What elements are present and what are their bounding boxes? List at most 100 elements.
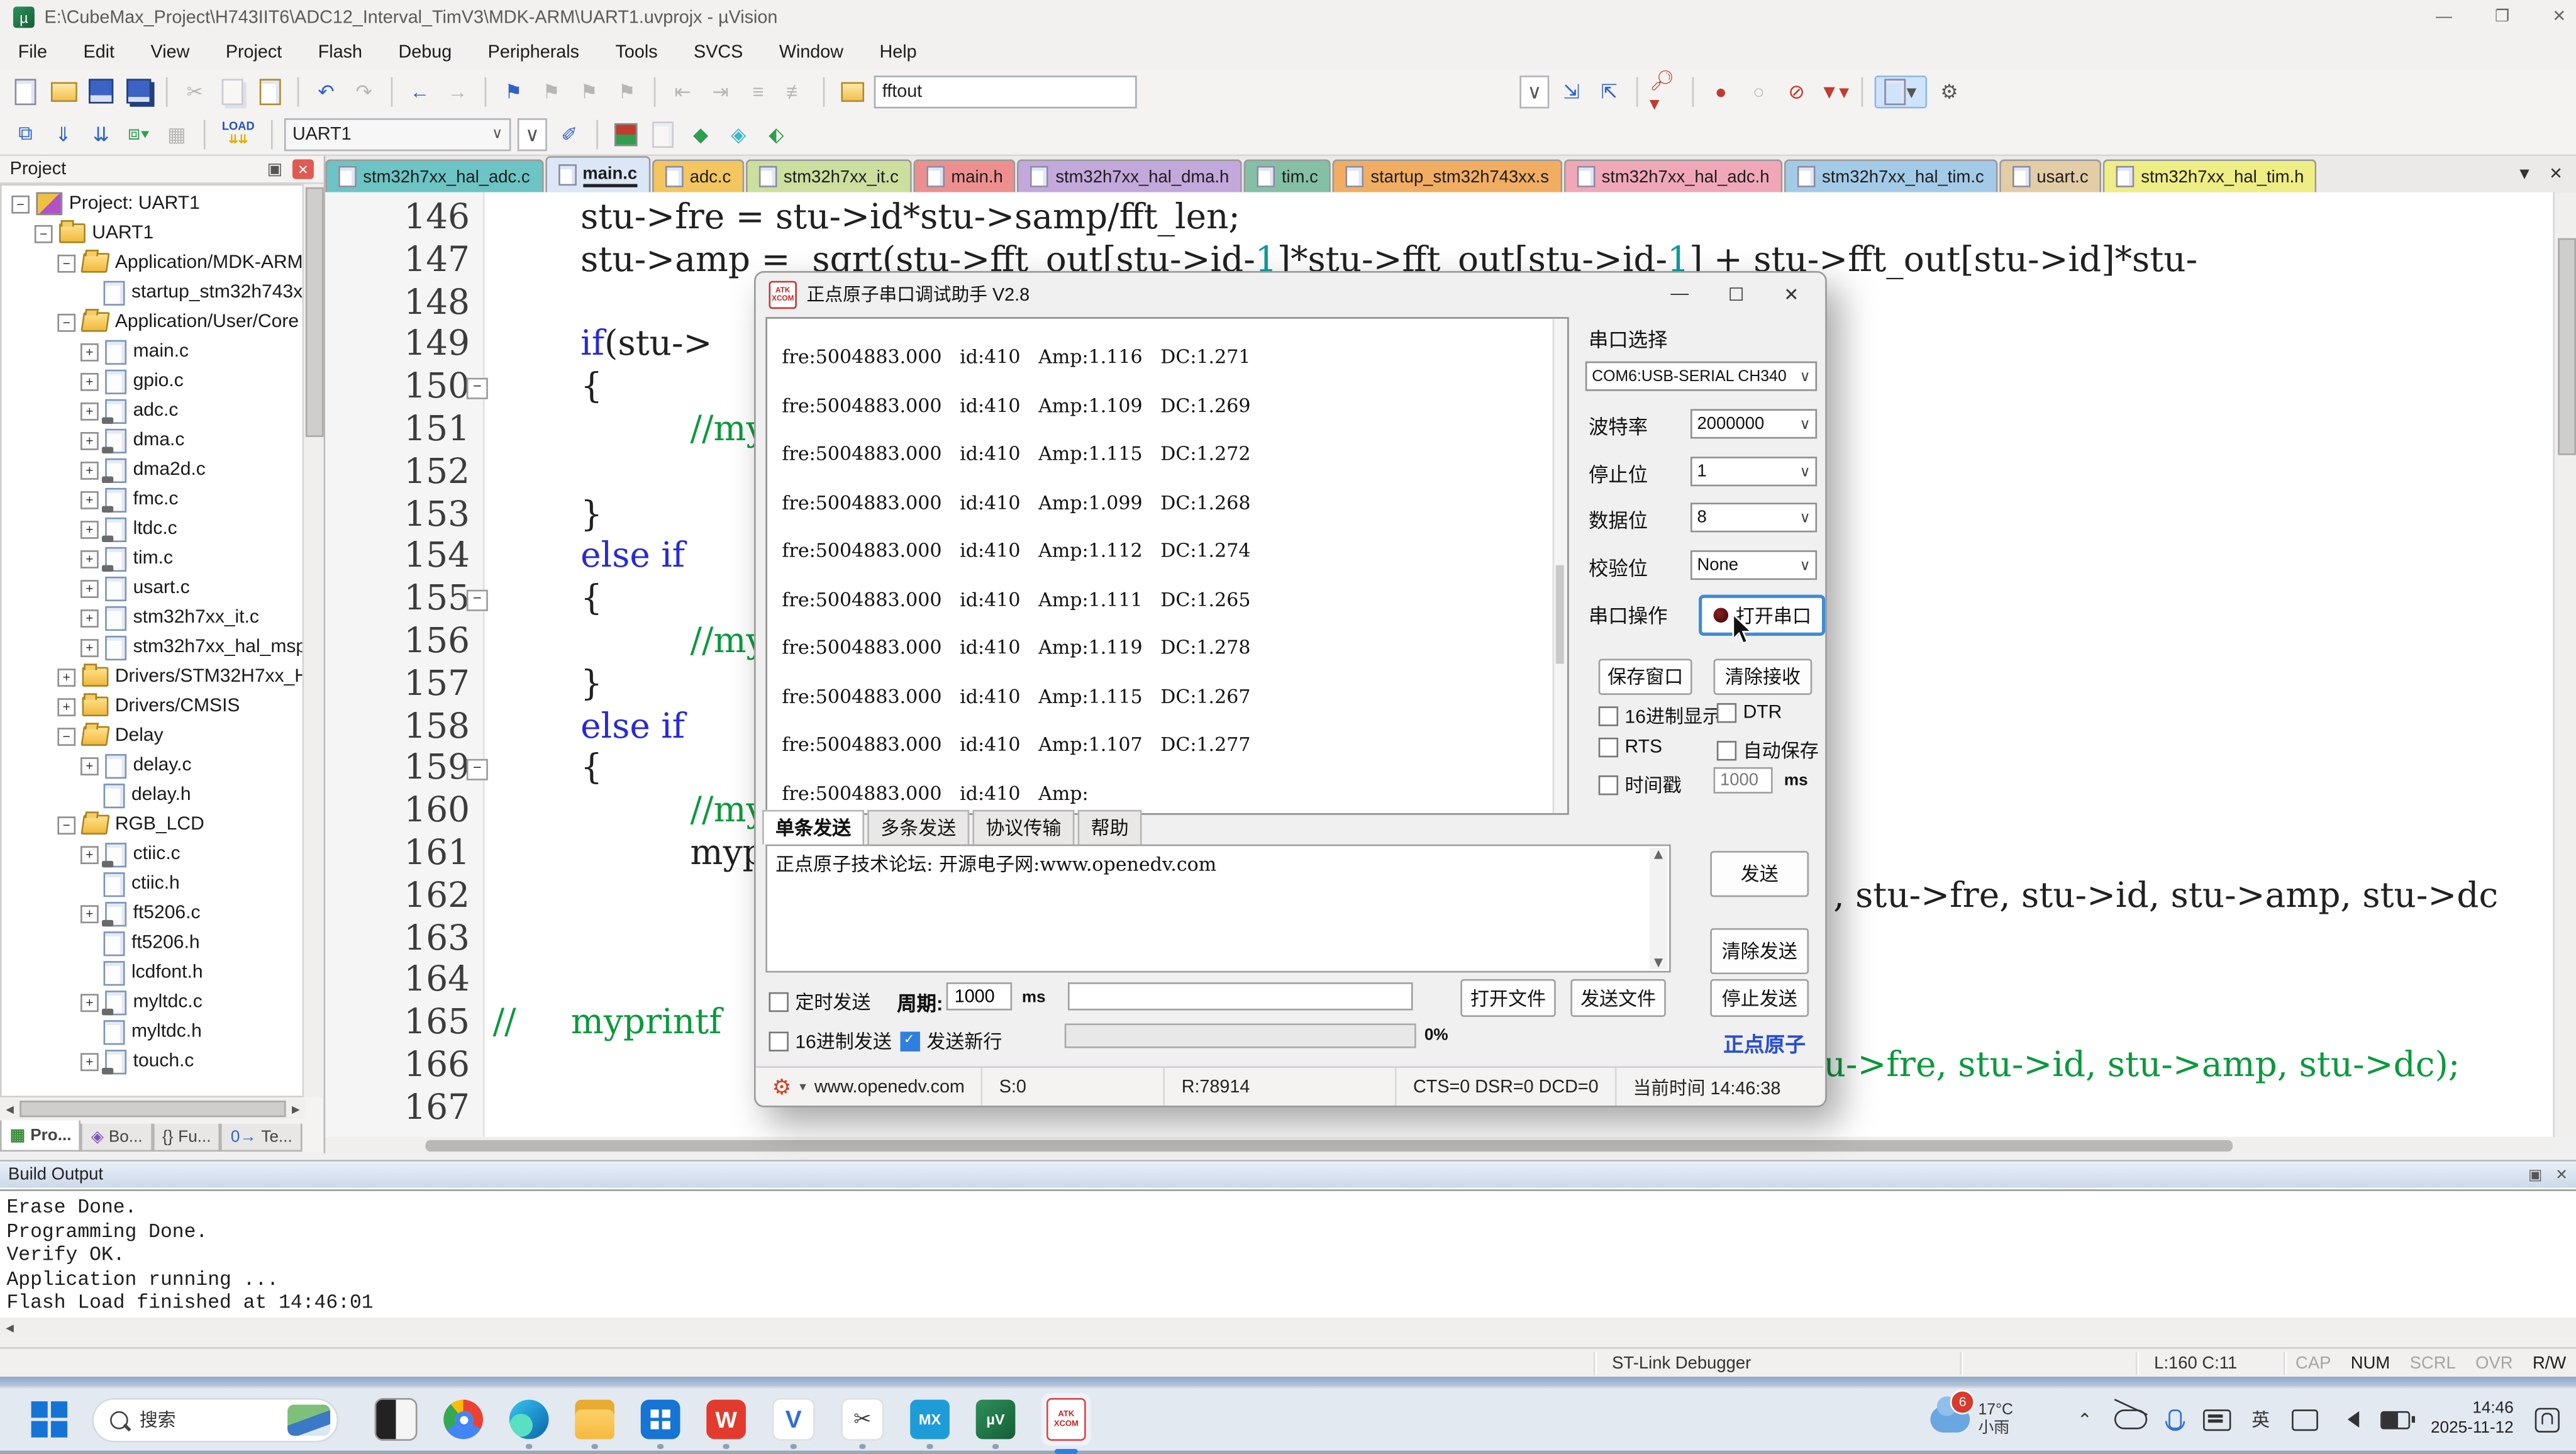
tab-single-send[interactable]: 单条发送	[762, 810, 864, 845]
xcom-maximize-button[interactable]: ☐	[1728, 284, 1745, 305]
menu-tools[interactable]: Tools	[597, 42, 676, 62]
tree-item[interactable]: −Project: UART1	[11, 189, 306, 218]
copy-icon[interactable]	[217, 76, 248, 106]
breakpoint-filter-icon[interactable]: ▼▾	[1819, 76, 1850, 106]
tree-item[interactable]: +touch.c	[80, 1046, 306, 1076]
uncomment-icon[interactable]: ≢	[780, 76, 812, 106]
editor-hscrollbar[interactable]	[327, 1137, 2555, 1155]
menu-peripherals[interactable]: Peripherals	[470, 42, 597, 62]
bookmark-icon[interactable]: ⚑	[498, 76, 530, 106]
tree-item[interactable]: lcdfont.h	[104, 958, 306, 987]
tree-item[interactable]: +dma2d.c	[80, 455, 306, 485]
rebuild-icon[interactable]: ⇊	[86, 119, 117, 148]
rx-scrollbar[interactable]	[1553, 319, 1568, 813]
brand-link[interactable]: 正点原子	[1723, 1027, 1806, 1058]
target-combo-icon[interactable]: ∨	[518, 118, 547, 150]
autosave-checkbox[interactable]: 自动保存	[1717, 738, 1819, 764]
file-extensions-icon[interactable]	[647, 119, 679, 148]
tab-stm32h7xx_hal_tim_c[interactable]: stm32h7xx_hal_tim.c	[1784, 159, 1997, 192]
tab-stm32h7xx_hal_adc_c[interactable]: stm32h7xx_hal_adc.c	[325, 159, 543, 192]
weather-widget[interactable]: 6 17°C小雨	[1931, 1401, 2013, 1437]
build-icon[interactable]: ⇓	[48, 119, 79, 148]
tree-item[interactable]: +ltdc.c	[80, 514, 306, 544]
period-input[interactable]: 1000	[947, 982, 1012, 1010]
tree-item[interactable]: +gpio.c	[80, 367, 306, 396]
timed-send-checkbox[interactable]: 定时发送	[769, 989, 871, 1016]
fold-toggle[interactable]: −	[467, 590, 488, 611]
touch-keyboard-icon[interactable]	[2202, 1409, 2230, 1430]
tree-item[interactable]: +main.c	[80, 337, 306, 367]
window-layout-icon[interactable]: ▾	[1875, 75, 1928, 108]
tree-item[interactable]: delay.h	[104, 780, 306, 810]
back-icon[interactable]: ←	[404, 76, 436, 106]
databits-select[interactable]: 8∨	[1690, 502, 1817, 532]
menu-debug[interactable]: Debug	[380, 42, 470, 62]
xcom-taskbar-icon[interactable]: ATKXCOM	[1041, 1393, 1091, 1446]
forward-icon[interactable]: →	[442, 76, 474, 106]
microsoft-store-icon[interactable]	[641, 1400, 680, 1440]
xcom-minimize-button[interactable]: —	[1670, 284, 1689, 304]
tab-multi-send[interactable]: 多条发送	[867, 810, 969, 845]
tree-item[interactable]: −UART1	[35, 218, 306, 248]
taskbar-search[interactable]: 搜索	[92, 1397, 338, 1442]
wps-writer-icon[interactable]: W	[706, 1400, 746, 1440]
port-select[interactable]: COM6:USB-SERIAL CH340∨	[1585, 362, 1817, 391]
tab-templates[interactable]: 0→Te...	[221, 1124, 302, 1152]
build-output-log[interactable]: Erase Done. Programming Done. Verify OK.…	[0, 1189, 2576, 1318]
save-icon[interactable]	[86, 76, 117, 106]
send-button[interactable]: 发送	[1710, 851, 1809, 897]
baud-select[interactable]: 2000000∨	[1690, 409, 1817, 438]
send-scrollbar[interactable]: ▲▼	[1650, 848, 1668, 969]
open-file-icon[interactable]	[48, 76, 79, 106]
menu-project[interactable]: Project	[208, 42, 300, 62]
disable-breakpoint-icon[interactable]: ○	[1743, 76, 1775, 106]
tree-item[interactable]: −Application/User/Core	[57, 307, 305, 336]
options-wand-icon[interactable]: ✐	[553, 119, 585, 148]
tab-stm32h7xx_hal_dma_h[interactable]: stm32h7xx_hal_dma.h	[1018, 159, 1242, 192]
tree-item[interactable]: +delay.c	[80, 751, 306, 780]
tree-item[interactable]: −Application/MDK-ARM	[57, 248, 305, 277]
theme-widget-icon[interactable]	[375, 1398, 418, 1441]
target-options-icon[interactable]	[609, 119, 641, 148]
menu-view[interactable]: View	[133, 42, 208, 62]
tree-item[interactable]: +Drivers/CMSIS	[57, 692, 305, 721]
gear-icon[interactable]: ⚙	[772, 1074, 791, 1100]
menu-help[interactable]: Help	[862, 42, 935, 62]
clear-receive-button[interactable]: 清除接收	[1714, 659, 1813, 695]
tab-functions[interactable]: {}Fu...	[152, 1124, 221, 1152]
tab-tim_c[interactable]: tim.c	[1244, 159, 1331, 192]
pin-icon[interactable]: ▣	[267, 160, 283, 179]
restore-button[interactable]: ❐	[2495, 8, 2509, 26]
file-explorer-icon[interactable]	[575, 1400, 614, 1440]
clear-send-button[interactable]: 清除发送	[1710, 928, 1809, 974]
pack-icon[interactable]: ⬖	[760, 119, 792, 148]
receive-area[interactable]: fre:5004883.000 id:410 Amp:1.116 DC:1.27…	[765, 317, 1568, 815]
open-file-button[interactable]: 打开文件	[1460, 979, 1556, 1017]
comment-icon[interactable]: ≡	[743, 76, 774, 106]
find-prev-icon[interactable]: ⇱	[1594, 76, 1625, 106]
tree-item[interactable]: startup_stm32h743xx.s	[104, 277, 306, 307]
tree-item[interactable]: +stm32h7xx_hal_msp.c	[80, 633, 306, 662]
tab-stm32h7xx_it_c[interactable]: stm32h7xx_it.c	[746, 159, 912, 192]
tree-item[interactable]: +ctiic.c	[80, 840, 306, 869]
tab-help[interactable]: 帮助	[1078, 810, 1142, 845]
keil-uvision-icon[interactable]: µV	[976, 1400, 1016, 1440]
stop-send-button[interactable]: 停止发送	[1710, 979, 1809, 1017]
v-app-icon[interactable]: V	[772, 1398, 815, 1441]
tree-item[interactable]: −RGB_LCD	[57, 810, 305, 840]
dtr-checkbox[interactable]: DTR	[1717, 703, 1782, 723]
menu-file[interactable]: File	[0, 42, 65, 62]
rts-checkbox[interactable]: RTS	[1599, 738, 1662, 757]
edge-icon[interactable]	[509, 1400, 549, 1440]
cut-icon[interactable]: ✂	[179, 76, 211, 106]
chrome-icon[interactable]	[443, 1400, 483, 1440]
paste-icon[interactable]	[255, 76, 286, 106]
prev-bookmark-icon[interactable]: ⚑	[574, 76, 605, 106]
open-port-button[interactable]: 打开串口	[1699, 595, 1825, 636]
build-pin-icon[interactable]: ▣	[2528, 1165, 2542, 1184]
tray-expand-icon[interactable]: ⌃	[2077, 1409, 2092, 1430]
tree-item[interactable]: +fmc.c	[80, 485, 306, 514]
tab-list-icon[interactable]: ▼	[2516, 165, 2533, 184]
close-button[interactable]: ✕	[2552, 8, 2566, 26]
project-vscrollbar[interactable]	[303, 184, 324, 1097]
